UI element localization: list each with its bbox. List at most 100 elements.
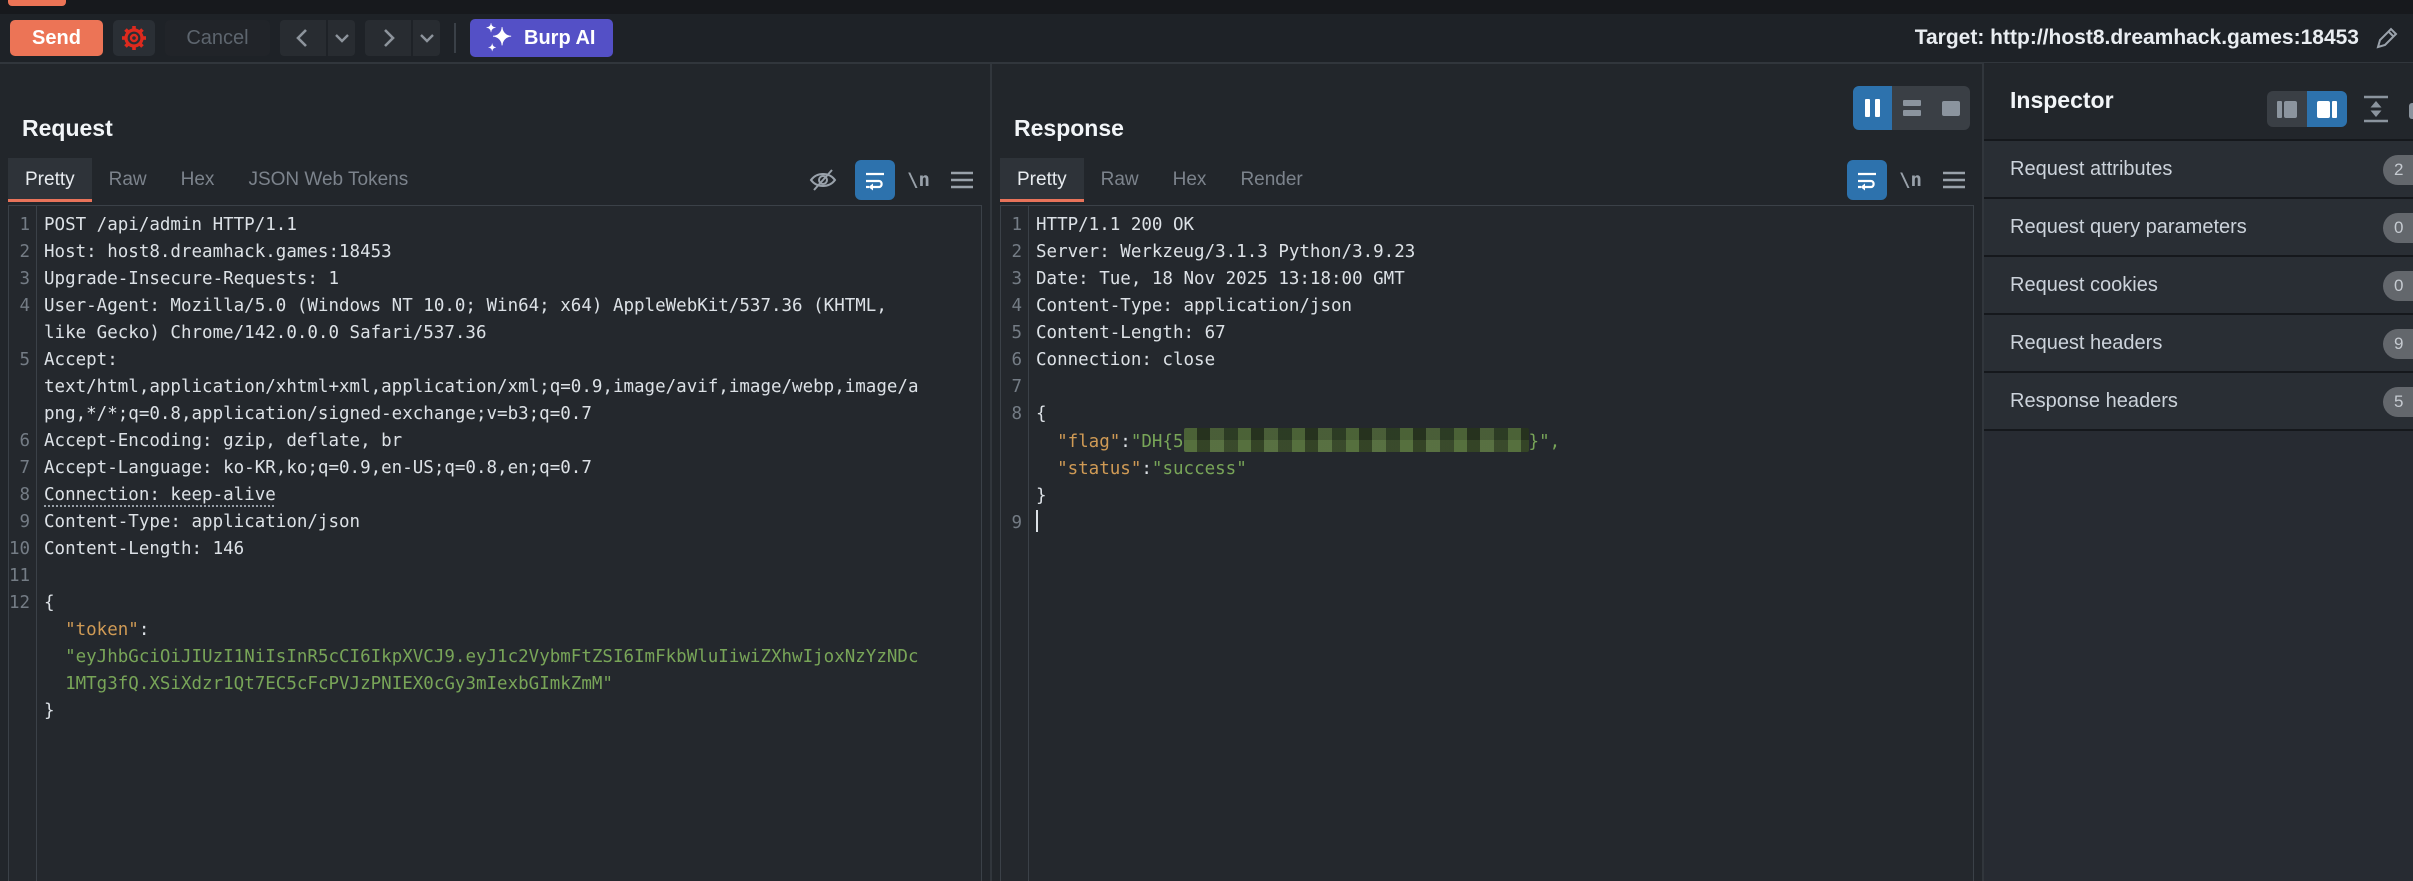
- code-line: 4Content-Type: application/json: [1001, 293, 1973, 320]
- columns-layout-icon: [1865, 99, 1870, 117]
- code-line: png,*/*;q=0.8,application/signed-exchang…: [9, 401, 981, 428]
- word-wrap-icon: [1855, 168, 1879, 192]
- inspector-section-label: Request query parameters: [2010, 216, 2247, 239]
- code-line: 2Host: host8.dreamhack.games:18453: [9, 239, 981, 266]
- dock-left-icon: [2277, 101, 2282, 118]
- dock-left-button[interactable]: [2267, 91, 2307, 127]
- layout-columns-button[interactable]: [1853, 86, 1892, 130]
- line-number: 2: [9, 239, 30, 266]
- line-number: [1001, 456, 1022, 483]
- redacted-flag-blur: [1184, 428, 1529, 452]
- line-number: 7: [1001, 374, 1022, 401]
- hide-nonprintable-button[interactable]: [803, 160, 843, 200]
- code-line: 5Accept:: [9, 347, 981, 374]
- request-editor[interactable]: 1POST /api/admin HTTP/1.12Host: host8.dr…: [8, 205, 982, 881]
- dock-right-button[interactable]: [2307, 91, 2347, 127]
- code-line: }: [1001, 483, 1973, 510]
- inspector-section-request-query-parameters[interactable]: Request query parameters0: [1984, 199, 2413, 257]
- code-line: }: [9, 698, 981, 725]
- line-number: 7: [9, 455, 30, 482]
- response-panel: Response PrettyRawHexRender \n: [992, 63, 1982, 881]
- response-panel-title: Response: [1014, 115, 1124, 142]
- inspector-section-request-attributes[interactable]: Request attributes2: [1984, 141, 2413, 199]
- history-back-group: [280, 20, 355, 56]
- inspector-header: Inspector: [1984, 63, 2413, 141]
- history-forward-button[interactable]: [365, 20, 411, 56]
- code-line: 6Connection: close: [1001, 347, 1973, 374]
- code-line: "token":: [9, 617, 981, 644]
- line-number: [1001, 428, 1022, 456]
- line-number: [9, 401, 30, 428]
- line-number: 2: [1001, 239, 1022, 266]
- code-line: 1MTg3fQ.XSiXdzr1Qt7EC5cFcPVJzPNIEX0cGy3m…: [9, 671, 981, 698]
- code-line: "eyJhbGciOiJIUzI1NiIsInR5cCI6IkpXVCJ9.ey…: [9, 644, 981, 671]
- inspector-section-request-cookies[interactable]: Request cookies 0: [1984, 257, 2413, 315]
- code-line: 4User-Agent: Mozilla/5.0 (Windows NT 10.…: [9, 293, 981, 320]
- count-badge: 2: [2383, 155, 2413, 185]
- request-tabbar: PrettyRawHexJSON Web Tokens: [8, 158, 982, 202]
- layout-toggle-group: [1853, 86, 1970, 130]
- send-button[interactable]: Send: [10, 20, 103, 56]
- gear-icon: [118, 22, 150, 54]
- collapse-all-button[interactable]: [2361, 93, 2391, 125]
- inspector-section-label: Request cookies: [2010, 274, 2158, 297]
- tab-pretty[interactable]: Pretty: [1000, 158, 1084, 202]
- line-number: 12: [9, 590, 30, 617]
- rows-layout-icon: [1903, 100, 1921, 116]
- show-newlines-toggle[interactable]: \n: [907, 169, 930, 191]
- tab-strip: [0, 0, 2413, 14]
- request-panel-title: Request: [22, 115, 113, 142]
- request-panel: Request PrettyRawHexJSON Web Tokens: [0, 63, 990, 881]
- code-line: 5Content-Length: 67: [1001, 320, 1973, 347]
- burp-ai-button[interactable]: ✦ ✦ ✦ Burp AI: [470, 19, 613, 57]
- code-line: 10Content-Length: 146: [9, 536, 981, 563]
- edit-target-pencil-icon[interactable]: [2373, 24, 2401, 52]
- inspector-section-response-headers[interactable]: Response headers5: [1984, 373, 2413, 431]
- history-forward-dropdown[interactable]: [413, 20, 440, 56]
- layout-single-button[interactable]: [1931, 86, 1970, 130]
- tab-pretty[interactable]: Pretty: [8, 158, 92, 202]
- history-back-dropdown[interactable]: [328, 20, 355, 56]
- tab-render[interactable]: Render: [1223, 158, 1319, 202]
- history-back-button[interactable]: [280, 20, 326, 56]
- count-badge: 0: [2383, 271, 2413, 301]
- tab-json-web-tokens[interactable]: JSON Web Tokens: [231, 158, 425, 202]
- eye-off-icon: [808, 165, 838, 195]
- code-line: 7: [1001, 374, 1973, 401]
- toolbar-separator: [454, 23, 456, 53]
- tab-raw[interactable]: Raw: [1084, 158, 1156, 202]
- inspector-section-label: Request headers: [2010, 332, 2162, 355]
- code-line: 8{: [1001, 401, 1973, 428]
- inspector-dock-toggle-group: [2267, 91, 2347, 127]
- target-url: Target: http://host8.dreamhack.games:184…: [1915, 26, 2359, 50]
- word-wrap-toggle[interactable]: [855, 160, 895, 200]
- show-newlines-toggle[interactable]: \n: [1899, 169, 1922, 191]
- layout-rows-button[interactable]: [1892, 86, 1931, 130]
- burp-ai-label: Burp AI: [524, 27, 595, 50]
- tab-raw[interactable]: Raw: [92, 158, 164, 202]
- code-line: "flag":"DH{5}",: [1001, 428, 1973, 456]
- code-line: 1HTTP/1.1 200 OK: [1001, 212, 1973, 239]
- response-editor-menu-button[interactable]: [1934, 160, 1974, 200]
- send-settings-button[interactable]: [113, 20, 155, 56]
- count-badge: 5: [2383, 387, 2413, 417]
- hamburger-menu-icon: [1941, 168, 1967, 192]
- code-line: 9Content-Type: application/json: [9, 509, 981, 536]
- line-number: 4: [1001, 293, 1022, 320]
- request-editor-menu-button[interactable]: [942, 160, 982, 200]
- line-number: 6: [9, 428, 30, 455]
- inspector-section-request-headers[interactable]: Request headers9: [1984, 315, 2413, 373]
- response-editor[interactable]: 1HTTP/1.1 200 OK2Server: Werkzeug/3.1.3 …: [1000, 205, 1974, 881]
- chevron-down-icon: [419, 32, 435, 44]
- tab-hex[interactable]: Hex: [1156, 158, 1224, 202]
- inspector-title: Inspector: [2010, 87, 2114, 114]
- line-number: 8: [9, 482, 30, 509]
- tab-hex[interactable]: Hex: [164, 158, 232, 202]
- line-number: [9, 617, 30, 644]
- chevron-left-icon: [293, 27, 313, 49]
- gutter-divider: [36, 206, 37, 881]
- chevron-right-icon: [378, 27, 398, 49]
- word-wrap-toggle[interactable]: [1847, 160, 1887, 200]
- line-number: [9, 644, 30, 671]
- cancel-button[interactable]: Cancel: [165, 20, 270, 56]
